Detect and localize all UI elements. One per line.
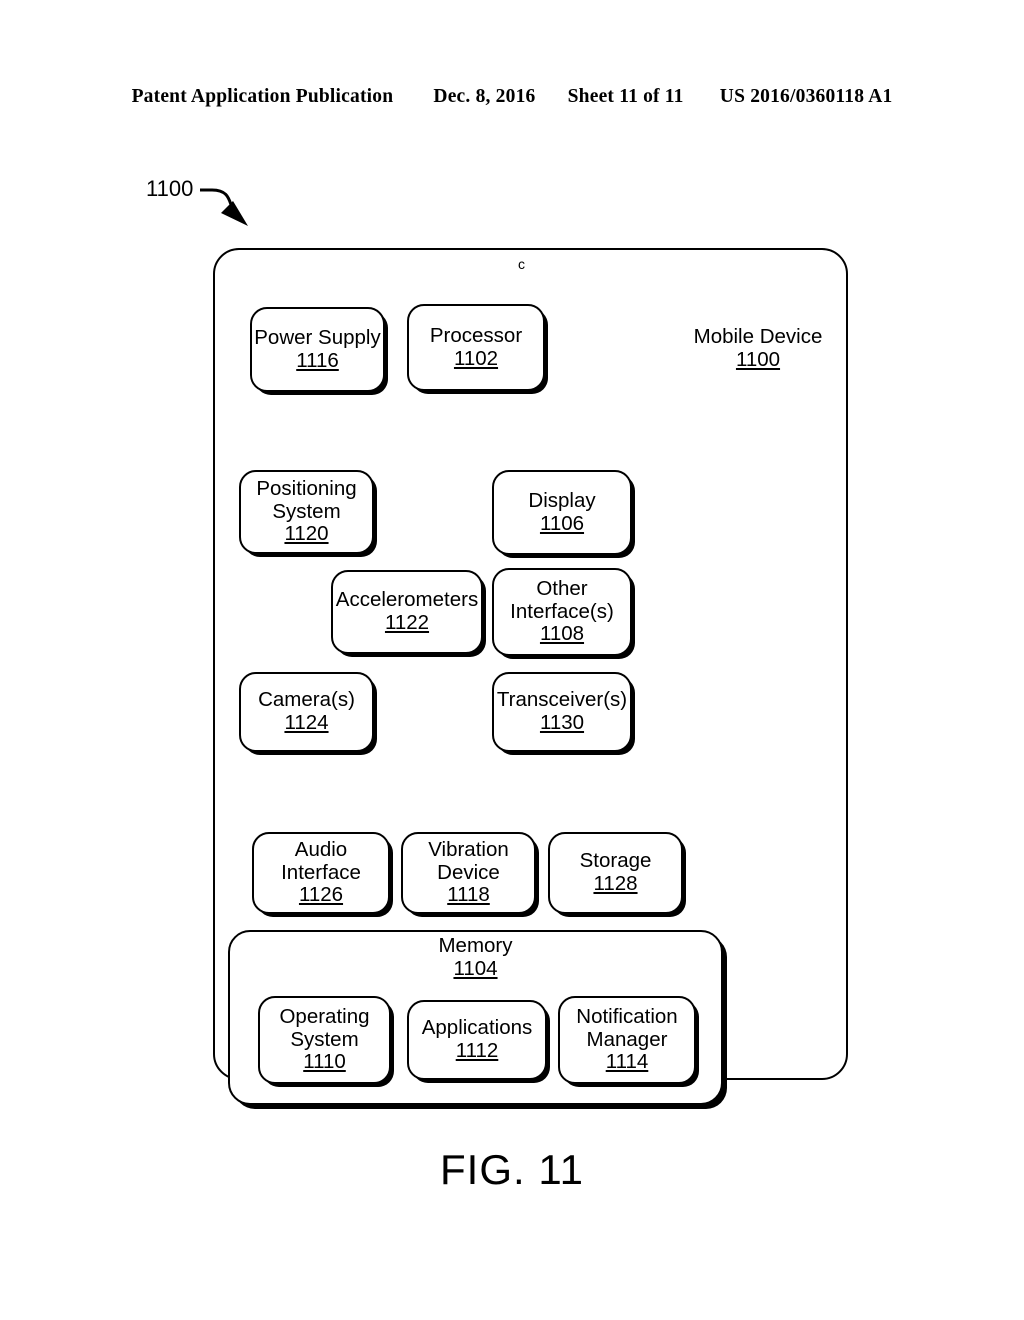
node-other-interfaces-label: Other Interface(s) bbox=[510, 576, 614, 623]
lead-label-1100: 1100 bbox=[146, 176, 194, 201]
node-storage-label: Storage bbox=[579, 849, 652, 873]
node-power-supply[interactable]: Power Supply 1116 bbox=[250, 307, 385, 392]
node-vibration-device[interactable]: Vibration Device 1118 bbox=[401, 832, 536, 914]
node-transceivers[interactable]: Transceiver(s) 1130 bbox=[492, 672, 632, 752]
node-processor-ref: 1102 bbox=[453, 346, 499, 370]
node-processor-label: Processor bbox=[429, 323, 523, 347]
node-positioning-system-ref: 1120 bbox=[284, 522, 329, 546]
node-accelerometers-label: Accelerometers bbox=[335, 588, 479, 612]
node-power-supply-label: Power Supply bbox=[254, 325, 381, 349]
node-audio-interface[interactable]: Audio Interface 1126 bbox=[252, 832, 390, 914]
node-display-label: Display bbox=[528, 488, 596, 512]
node-accelerometers[interactable]: Accelerometers 1122 bbox=[331, 570, 483, 654]
node-display-ref: 1106 bbox=[539, 511, 585, 535]
node-operating-system-label: Operating System bbox=[279, 1004, 370, 1051]
node-applications-label: Applications bbox=[421, 1016, 533, 1040]
mobile-device-name: Mobile Device bbox=[693, 325, 823, 348]
node-accelerometers-ref: 1122 bbox=[384, 611, 430, 634]
node-audio-interface-label: Audio Interface bbox=[281, 837, 361, 884]
node-transceivers-ref: 1130 bbox=[539, 711, 585, 734]
node-operating-system[interactable]: Operating System 1110 bbox=[258, 996, 391, 1084]
node-vibration-device-label: Vibration Device bbox=[428, 837, 509, 884]
memory-label: Memory 1104 bbox=[228, 934, 723, 981]
node-processor[interactable]: Processor 1102 bbox=[407, 304, 545, 391]
node-applications[interactable]: Applications 1112 bbox=[407, 1000, 547, 1080]
node-storage-ref: 1128 bbox=[593, 872, 638, 895]
node-applications-ref: 1112 bbox=[455, 1039, 499, 1062]
node-positioning-system-label: Positioning System bbox=[256, 476, 357, 523]
node-notification-manager[interactable]: Notification Manager 1114 bbox=[558, 996, 696, 1084]
figure-caption: FIG. 11 bbox=[440, 1146, 584, 1193]
memory-name: Memory bbox=[438, 934, 513, 957]
node-notification-manager-label: Notification Manager bbox=[576, 1004, 678, 1051]
node-display[interactable]: Display 1106 bbox=[492, 470, 632, 555]
stray-mark-c: c bbox=[518, 256, 525, 272]
node-transceivers-label: Transceiver(s) bbox=[496, 688, 628, 712]
node-storage[interactable]: Storage 1128 bbox=[548, 832, 683, 914]
node-operating-system-ref: 1110 bbox=[303, 1050, 346, 1074]
node-notification-manager-ref: 1114 bbox=[605, 1050, 649, 1074]
node-vibration-device-ref: 1118 bbox=[447, 883, 490, 907]
node-audio-interface-ref: 1126 bbox=[298, 883, 344, 907]
memory-ref: 1104 bbox=[453, 957, 498, 981]
mobile-device-label: Mobile Device 1100 bbox=[668, 325, 848, 372]
node-positioning-system[interactable]: Positioning System 1120 bbox=[239, 470, 374, 554]
lead-arrowhead-1100 bbox=[221, 201, 248, 226]
mobile-device-ref: 1100 bbox=[735, 348, 781, 372]
node-other-interfaces[interactable]: Other Interface(s) 1108 bbox=[492, 568, 632, 656]
node-cameras-ref: 1124 bbox=[284, 711, 329, 734]
node-power-supply-ref: 1116 bbox=[296, 348, 339, 372]
figure-canvas: 1100 c Mobile Device 1100 Power Supply 1… bbox=[0, 0, 1024, 1320]
node-cameras[interactable]: Camera(s) 1124 bbox=[239, 672, 374, 752]
node-cameras-label: Camera(s) bbox=[258, 688, 355, 712]
node-other-interfaces-ref: 1108 bbox=[539, 622, 585, 646]
